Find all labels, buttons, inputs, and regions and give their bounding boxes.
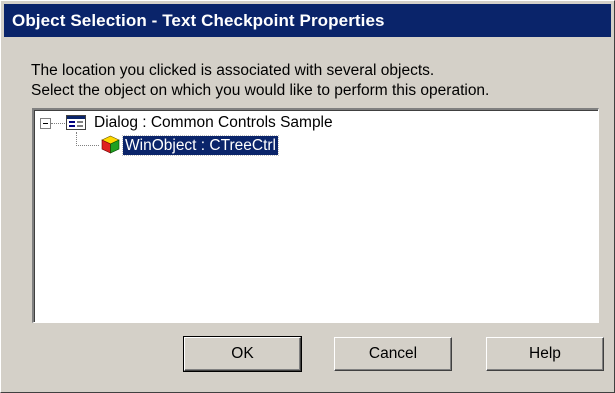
collapse-toggle-icon[interactable] [40,118,51,129]
instructions-line-2: Select the object on which you would lik… [31,82,490,99]
cancel-button[interactable]: Cancel [334,337,452,371]
tree-node-dialog-label[interactable]: Dialog : Common Controls Sample [94,114,333,132]
object-tree[interactable]: Dialog : Common Controls Sample WinObjec… [32,108,599,323]
ok-button[interactable]: OK [183,336,302,372]
instructions-text: The location you clicked is associated w… [31,61,489,101]
dialog-window-icon [66,115,86,130]
tree-node-winobject-label[interactable]: WinObject : CTreeCtrl [121,135,280,156]
instructions-line-1: The location you clicked is associated w… [31,62,435,79]
object-selection-dialog: Object Selection - Text Checkpoint Prope… [0,0,615,393]
title-bar[interactable]: Object Selection - Text Checkpoint Prope… [4,4,611,37]
tree-connector-line [76,132,77,146]
cube-object-icon [101,135,120,154]
tree-connector-line [76,145,99,146]
window-title: Object Selection - Text Checkpoint Prope… [12,11,385,30]
help-button[interactable]: Help [486,337,604,371]
tree-connector-line [51,123,65,124]
